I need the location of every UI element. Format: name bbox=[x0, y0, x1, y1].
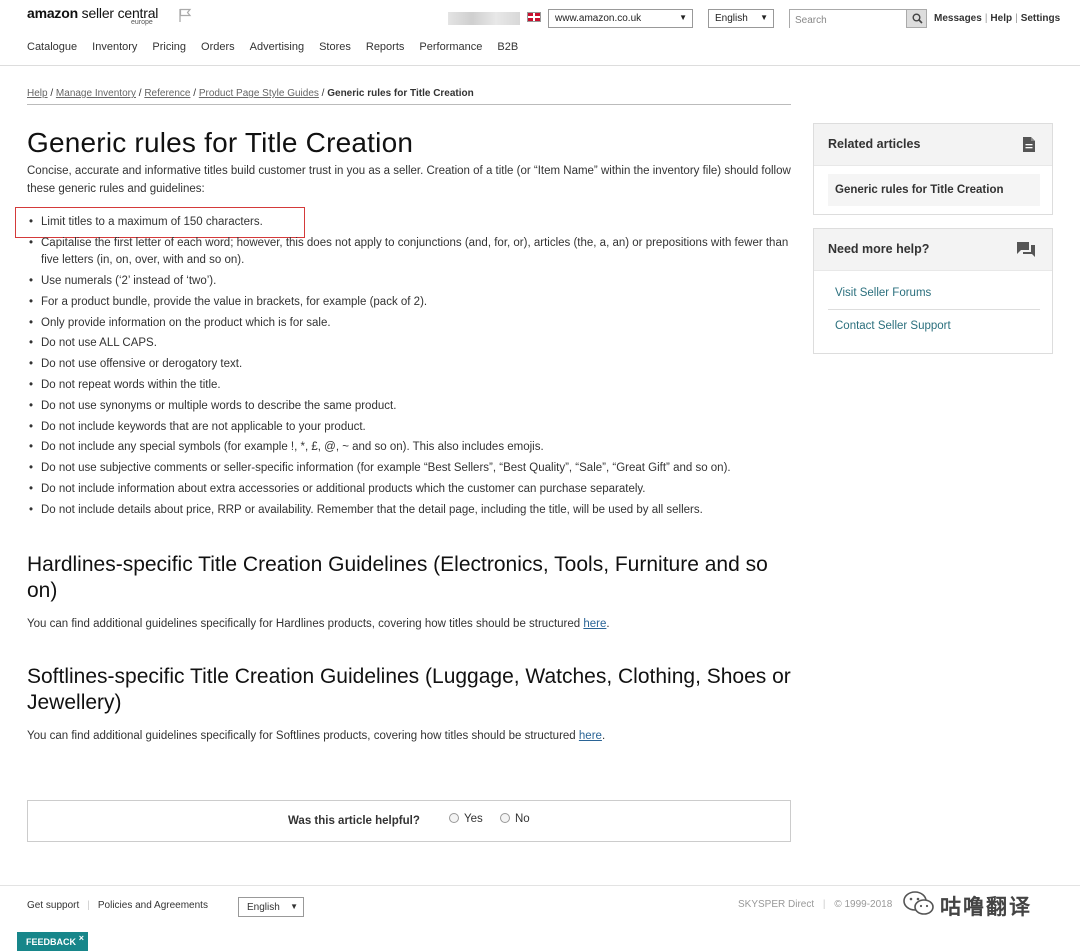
help-link[interactable]: Help bbox=[990, 13, 1012, 24]
utility-links: Messages | Help | Settings bbox=[934, 13, 1061, 24]
list-item: Do not use offensive or derogatory text. bbox=[27, 356, 792, 374]
period: . bbox=[606, 618, 610, 630]
search-icon bbox=[912, 13, 923, 24]
rules-list: Limit titles to a maximum of 150 charact… bbox=[27, 214, 792, 523]
list-item: Do not use ALL CAPS. bbox=[27, 335, 792, 353]
nav-stores[interactable]: Stores bbox=[319, 41, 351, 53]
radio-icon bbox=[500, 813, 510, 823]
breadcrumb-help[interactable]: Help bbox=[27, 88, 48, 99]
need-help-title: Need more help? bbox=[828, 242, 930, 256]
softlines-paragraph: You can find additional guidelines speci… bbox=[27, 730, 605, 742]
nav-performance[interactable]: Performance bbox=[419, 41, 482, 53]
chevron-down-icon: ▼ bbox=[760, 13, 768, 22]
close-icon[interactable]: × bbox=[79, 933, 84, 943]
related-articles-title: Related articles bbox=[828, 137, 921, 151]
nav-inventory[interactable]: Inventory bbox=[92, 41, 137, 53]
list-item: Do not use synonyms or multiple words to… bbox=[27, 398, 792, 416]
search-input[interactable] bbox=[790, 12, 906, 29]
article-feedback-box: Was this article helpful? Yes No bbox=[27, 800, 791, 842]
no-radio[interactable]: No bbox=[500, 813, 530, 825]
policies-link[interactable]: Policies and Agreements bbox=[98, 900, 208, 911]
list-item: Do not repeat words within the title. bbox=[27, 377, 792, 395]
copyright: © 1999-2018 bbox=[834, 899, 893, 910]
blurred-account-name bbox=[448, 12, 520, 25]
flag-icon[interactable] bbox=[177, 7, 193, 23]
footer-right: SKYSPER Direct | © 1999-2018 bbox=[738, 899, 893, 910]
chevron-down-icon: ▼ bbox=[679, 13, 687, 22]
nav-advertising[interactable]: Advertising bbox=[250, 41, 304, 53]
list-item: Use numerals (‘2’ instead of ‘two’). bbox=[27, 273, 792, 291]
need-help-panel: Need more help? Visit Seller Forums Cont… bbox=[813, 228, 1053, 354]
list-item: Capitalise the first letter of each word… bbox=[27, 235, 792, 270]
list-item: For a product bundle, provide the value … bbox=[27, 294, 792, 312]
intro-paragraph: Concise, accurate and informative titles… bbox=[27, 165, 791, 195]
seller-central-logo[interactable]: amazon seller central europe bbox=[27, 5, 158, 26]
nav-reports[interactable]: Reports bbox=[366, 41, 405, 53]
visit-seller-forums-link[interactable]: Visit Seller Forums bbox=[828, 277, 1040, 310]
company-name: SKYSPER Direct bbox=[738, 899, 815, 910]
search-box bbox=[789, 9, 927, 29]
softlines-text: You can find additional guidelines speci… bbox=[27, 730, 579, 742]
main-nav: Catalogue Inventory Pricing Orders Advertisi… bbox=[27, 41, 533, 53]
top-header: amazon seller central europe www.amazon.… bbox=[0, 0, 1080, 66]
related-articles-panel: Related articles Generic rules for Title… bbox=[813, 123, 1053, 215]
breadcrumb-reference[interactable]: Reference bbox=[144, 88, 190, 99]
settings-link[interactable]: Settings bbox=[1021, 13, 1060, 24]
feedback-tab[interactable]: FEEDBACK × bbox=[17, 932, 88, 951]
marketplace-value: www.amazon.co.uk bbox=[555, 13, 642, 24]
list-item: Do not use subjective comments or seller… bbox=[27, 460, 792, 478]
list-item: Only provide information on the product … bbox=[27, 315, 792, 333]
watermark: 咕噜翻译 bbox=[900, 888, 1060, 920]
no-label: No bbox=[515, 813, 530, 825]
divider bbox=[27, 104, 791, 105]
nav-pricing[interactable]: Pricing bbox=[152, 41, 186, 53]
panel-header: Need more help? bbox=[814, 229, 1052, 271]
list-item: Limit titles to a maximum of 150 charact… bbox=[27, 214, 792, 232]
chat-icon bbox=[1017, 242, 1035, 257]
wechat-icon bbox=[903, 891, 934, 915]
breadcrumb-manage-inventory[interactable]: Manage Inventory bbox=[56, 88, 136, 99]
period: . bbox=[601, 730, 606, 742]
helpful-question: Was this article helpful? bbox=[288, 815, 420, 827]
document-icon bbox=[1023, 137, 1035, 152]
list-item: Do not include information about extra a… bbox=[27, 481, 792, 499]
watermark-text: 咕噜翻译 bbox=[940, 896, 1032, 919]
marketplace-select[interactable]: www.amazon.co.uk ▼ bbox=[548, 9, 693, 28]
nav-b2b[interactable]: B2B bbox=[497, 41, 518, 53]
breadcrumb-current: Generic rules for Title Creation bbox=[327, 88, 474, 99]
footer-divider bbox=[0, 885, 1080, 886]
uk-flag-icon bbox=[527, 12, 541, 22]
language-select[interactable]: English ▼ bbox=[708, 9, 774, 28]
language-value: English bbox=[715, 13, 748, 24]
region-label: europe bbox=[131, 19, 153, 26]
hardlines-paragraph: You can find additional guidelines speci… bbox=[27, 618, 610, 630]
list-item: Do not include any special symbols (for … bbox=[27, 439, 792, 457]
yes-radio[interactable]: Yes bbox=[449, 813, 483, 825]
yes-label: Yes bbox=[464, 813, 483, 825]
radio-icon bbox=[449, 813, 459, 823]
contact-seller-support-link[interactable]: Contact Seller Support bbox=[828, 310, 1040, 342]
chevron-down-icon: ▼ bbox=[290, 902, 298, 911]
feedback-label: FEEDBACK bbox=[26, 937, 77, 947]
breadcrumb: Help / Manage Inventory / Reference / Pr… bbox=[27, 88, 474, 99]
softlines-here-link[interactable]: here bbox=[579, 730, 602, 742]
hardlines-heading: Hardlines-specific Title Creation Guidel… bbox=[27, 553, 768, 602]
related-article-link[interactable]: Generic rules for Title Creation bbox=[828, 174, 1040, 206]
nav-catalogue[interactable]: Catalogue bbox=[27, 41, 77, 53]
hardlines-here-link[interactable]: here bbox=[583, 618, 606, 630]
get-support-link[interactable]: Get support bbox=[27, 900, 79, 911]
footer-language-select[interactable]: English ▼ bbox=[238, 897, 304, 917]
breadcrumb-style-guides[interactable]: Product Page Style Guides bbox=[199, 88, 319, 99]
footer-links: Get support | Policies and Agreements bbox=[27, 900, 208, 911]
messages-link[interactable]: Messages bbox=[934, 13, 982, 24]
panel-header: Related articles bbox=[814, 124, 1052, 166]
footer-language-value: English bbox=[247, 902, 280, 913]
nav-orders[interactable]: Orders bbox=[201, 41, 235, 53]
search-button[interactable] bbox=[906, 10, 926, 27]
hardlines-text: You can find additional guidelines speci… bbox=[27, 618, 584, 630]
softlines-heading: Softlines-specific Title Creation Guidel… bbox=[27, 665, 791, 714]
list-item: Do not include keywords that are not app… bbox=[27, 419, 792, 437]
page-title: Generic rules for Title Creation bbox=[27, 127, 414, 158]
list-item: Do not include details about price, RRP … bbox=[27, 502, 792, 520]
